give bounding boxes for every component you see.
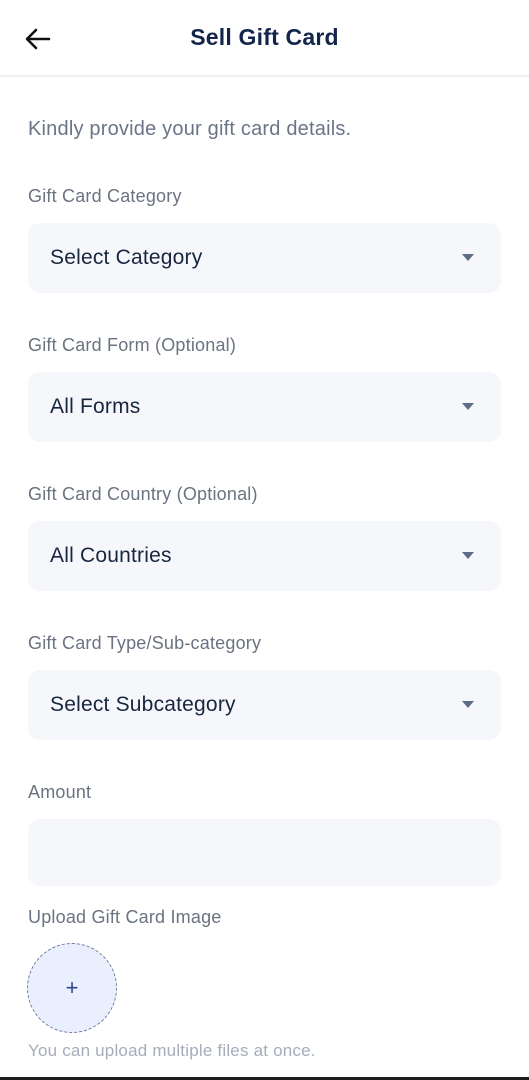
amount-input[interactable] <box>28 819 501 886</box>
upload-image-button[interactable]: + <box>27 943 117 1033</box>
subcategory-label: Gift Card Type/Sub-category <box>28 633 262 653</box>
country-select[interactable]: All Countries <box>28 521 501 591</box>
category-label: Gift Card Category <box>28 186 182 206</box>
caret-down-icon <box>462 552 474 559</box>
plus-icon: + <box>65 975 79 1000</box>
upload-label: Upload Gift Card Image <box>28 907 222 927</box>
subcategory-select[interactable]: Select Subcategory <box>28 670 501 740</box>
form-select[interactable]: All Forms <box>28 372 501 442</box>
upload-hint: You can upload multiple files at once. <box>28 1041 316 1060</box>
country-select-value: All Countries <box>50 544 172 567</box>
intro-text: Kindly provide your gift card details. <box>28 118 352 140</box>
amount-label: Amount <box>28 782 92 802</box>
category-select-value: Select Category <box>50 246 203 269</box>
page-title: Sell Gift Card <box>190 24 339 50</box>
caret-down-icon <box>462 701 474 708</box>
app-header: Sell Gift Card <box>0 0 529 77</box>
subcategory-select-value: Select Subcategory <box>50 693 236 716</box>
category-select[interactable]: Select Category <box>28 223 501 293</box>
caret-down-icon <box>462 403 474 410</box>
caret-down-icon <box>462 254 474 261</box>
country-label: Gift Card Country (Optional) <box>28 484 258 504</box>
form-label: Gift Card Form (Optional) <box>28 335 237 355</box>
form-select-value: All Forms <box>50 395 141 418</box>
